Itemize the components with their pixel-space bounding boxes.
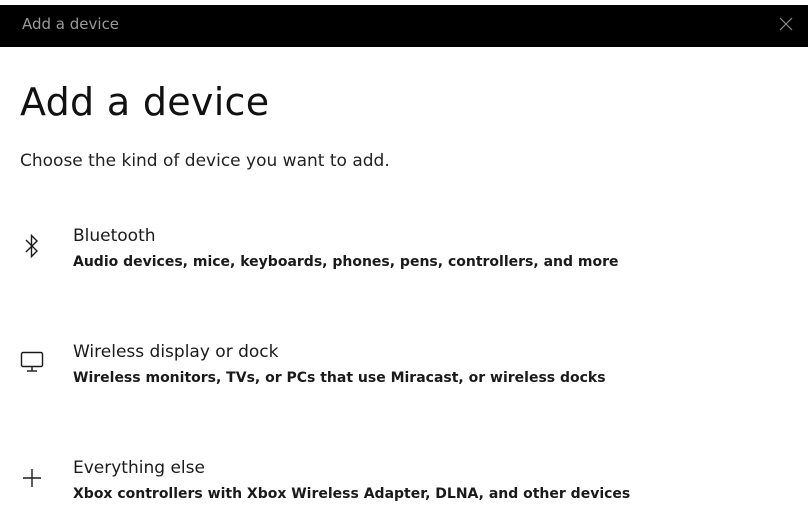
option-bluetooth[interactable]: Bluetooth Audio devices, mice, keyboards… [0, 226, 760, 290]
window-title: Add a device [22, 15, 120, 33]
option-label: Everything else [73, 458, 205, 478]
option-description: Wireless monitors, TVs, or PCs that use … [73, 370, 606, 386]
option-label: Bluetooth [73, 226, 156, 246]
option-label: Wireless display or dock [73, 342, 279, 362]
plus-icon [14, 460, 50, 496]
monitor-icon [14, 344, 50, 380]
bluetooth-icon [14, 228, 50, 264]
add-device-dialog: Add a device Add a device Choose the kin… [0, 0, 808, 526]
page-title: Add a device [20, 80, 270, 124]
close-button[interactable] [764, 5, 808, 43]
page-subtitle: Choose the kind of device you want to ad… [20, 151, 390, 171]
option-description: Audio devices, mice, keyboards, phones, … [73, 254, 619, 270]
option-wireless-display[interactable]: Wireless display or dock Wireless monito… [0, 342, 760, 406]
option-everything-else[interactable]: Everything else Xbox controllers with Xb… [0, 458, 760, 522]
title-bar: Add a device [0, 5, 808, 47]
close-icon [779, 17, 793, 31]
option-description: Xbox controllers with Xbox Wireless Adap… [73, 486, 631, 502]
